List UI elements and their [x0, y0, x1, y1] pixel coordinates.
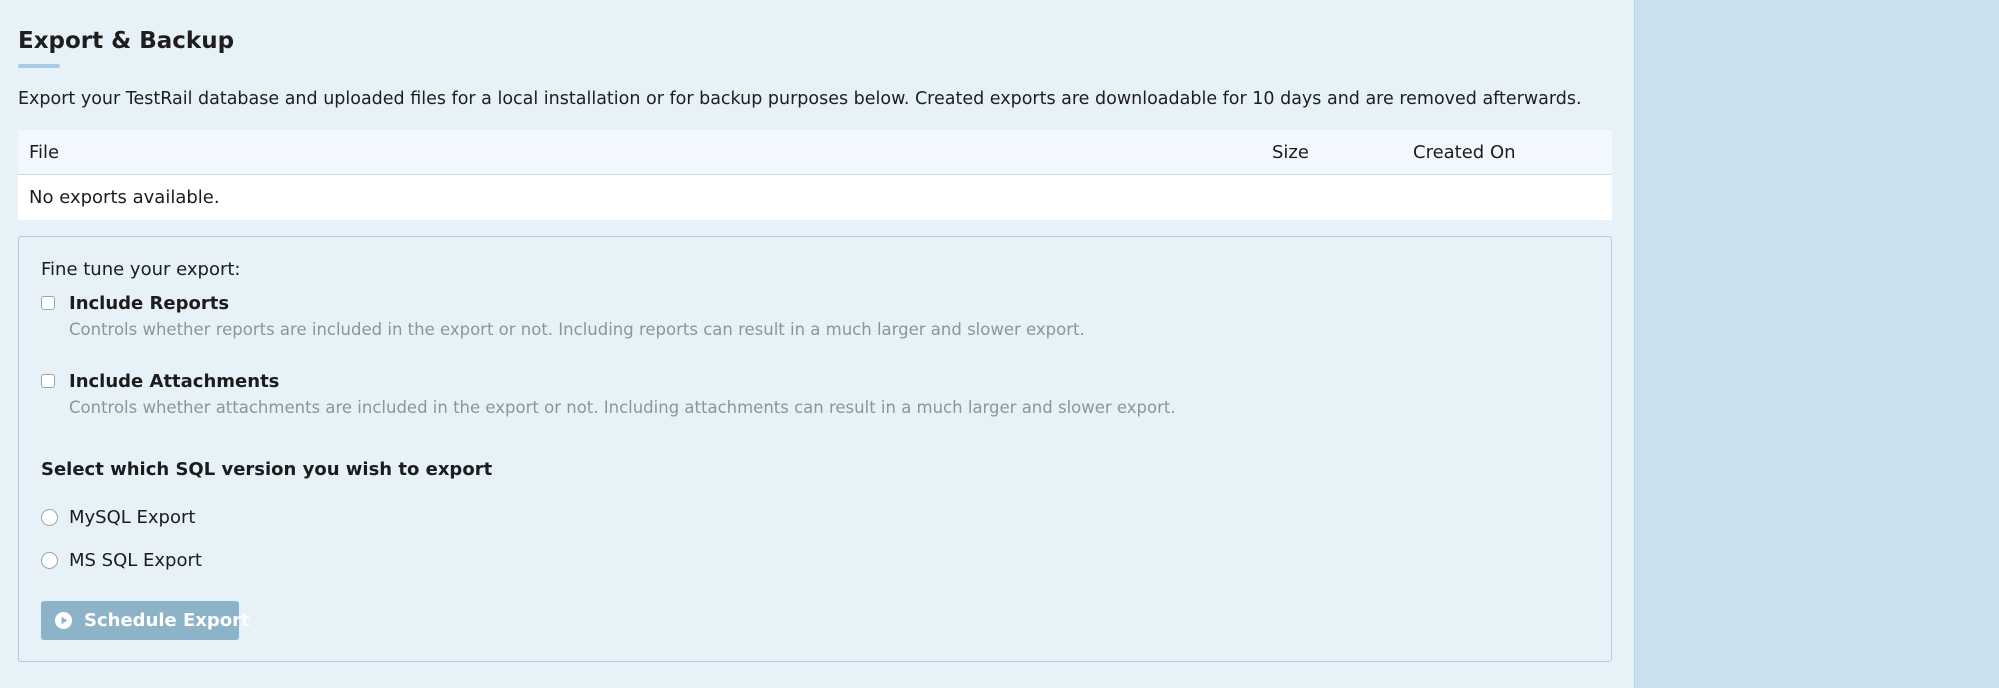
play-circle-icon	[54, 611, 73, 630]
export-options-panel: Fine tune your export: Include Reports C…	[18, 236, 1612, 662]
schedule-export-label: Schedule Export	[84, 610, 250, 631]
sql-version-heading: Select which SQL version you wish to exp…	[41, 459, 493, 480]
table-header: File Size Created On	[18, 130, 1612, 175]
include-reports-description: Controls whether reports are included in…	[69, 320, 1085, 339]
title-underline	[18, 64, 60, 68]
main-content: Export & Backup Export your TestRail dat…	[0, 0, 1634, 688]
column-header-size[interactable]: Size	[1272, 142, 1309, 163]
page-title: Export & Backup	[18, 28, 235, 54]
schedule-export-button[interactable]: Schedule Export	[41, 601, 250, 640]
exports-table: File Size Created On No exports availabl…	[18, 130, 1612, 220]
page-intro: Export your TestRail database and upload…	[18, 89, 1582, 109]
table-row-empty: No exports available.	[18, 175, 1612, 220]
include-reports-checkbox[interactable]	[41, 296, 55, 310]
mssql-export-radio[interactable]	[41, 552, 58, 569]
include-attachments-description: Controls whether attachments are include…	[69, 398, 1176, 417]
include-attachments-label[interactable]: Include Attachments	[69, 371, 279, 392]
column-header-file[interactable]: File	[29, 142, 59, 163]
column-header-created-on[interactable]: Created On	[1413, 142, 1516, 163]
right-sidebar	[1634, 0, 1999, 688]
mysql-export-label[interactable]: MySQL Export	[69, 507, 195, 528]
mssql-export-label[interactable]: MS SQL Export	[69, 550, 202, 571]
empty-message: No exports available.	[29, 187, 220, 208]
mysql-export-radio[interactable]	[41, 509, 58, 526]
fine-tune-heading: Fine tune your export:	[41, 259, 241, 280]
include-reports-label[interactable]: Include Reports	[69, 293, 229, 314]
include-attachments-checkbox[interactable]	[41, 374, 55, 388]
